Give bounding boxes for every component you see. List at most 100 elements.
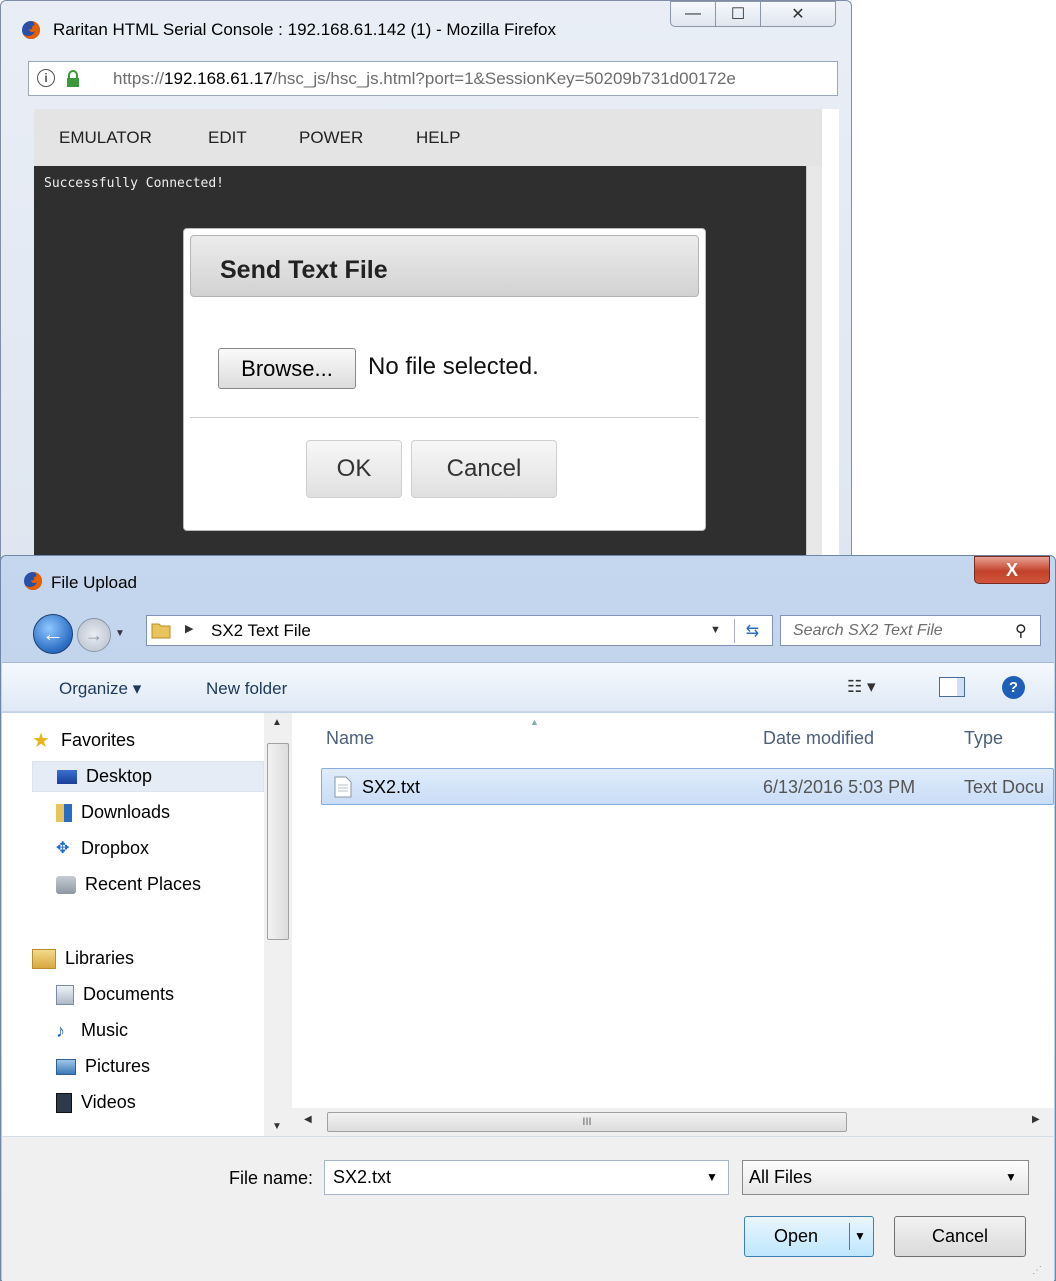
menu-power[interactable]: POWER bbox=[299, 128, 363, 148]
breadcrumb[interactable]: SX2 Text File bbox=[211, 621, 311, 641]
close-dialog-button[interactable]: X bbox=[974, 556, 1050, 584]
divider bbox=[849, 1223, 850, 1250]
address-bar[interactable]: ▶ SX2 Text File ▼ ⇆ bbox=[146, 615, 773, 646]
navigation-pane: ★ Favorites Desktop Downloads ✥ Dropbox … bbox=[2, 713, 292, 1136]
nav-music[interactable]: ♪ Music bbox=[32, 1015, 264, 1046]
nav-label: Libraries bbox=[65, 948, 135, 968]
history-dropdown-icon[interactable]: ▼ bbox=[115, 628, 125, 639]
minimize-button[interactable]: — bbox=[670, 1, 716, 27]
firefox-logo-icon bbox=[24, 571, 43, 590]
cancel-button[interactable]: Cancel bbox=[894, 1216, 1026, 1257]
nav-label: Desktop bbox=[86, 766, 153, 786]
ok-button[interactable]: OK bbox=[306, 440, 402, 498]
forward-button[interactable]: → bbox=[77, 618, 111, 652]
minimize-icon: — bbox=[685, 5, 701, 22]
open-button[interactable]: Open bbox=[745, 1217, 847, 1256]
folder-icon bbox=[151, 623, 171, 639]
back-button[interactable]: ← bbox=[33, 614, 73, 654]
column-header-date[interactable]: Date modified bbox=[763, 728, 874, 749]
firefox-logo-icon bbox=[22, 20, 41, 39]
arrow-right-icon: → bbox=[85, 624, 103, 645]
nav-favorites[interactable]: ★ Favorites bbox=[32, 725, 264, 756]
close-window-button[interactable]: ✕ bbox=[760, 1, 836, 27]
dropbox-icon: ✥ bbox=[56, 839, 70, 857]
url-bar[interactable]: i https://192.168.61.17/hsc_js/hsc_js.ht… bbox=[28, 61, 838, 96]
preview-pane-icon[interactable] bbox=[939, 677, 965, 697]
url-text[interactable]: https://192.168.61.17/hsc_js/hsc_js.html… bbox=[113, 69, 833, 89]
open-options-chevron-icon[interactable]: ▼ bbox=[854, 1229, 866, 1243]
nav-scroll-thumb[interactable] bbox=[267, 743, 289, 940]
libraries-icon bbox=[32, 948, 56, 969]
dialog-footer: File name: SX2.txt ▼ All Files ▼ Open ▼ … bbox=[2, 1136, 1054, 1281]
info-icon[interactable]: i bbox=[37, 69, 55, 87]
nav-documents[interactable]: Documents bbox=[32, 979, 264, 1010]
nav-label: Documents bbox=[83, 984, 175, 1004]
views-icon[interactable]: ☷ ▾ bbox=[847, 677, 876, 697]
videos-icon bbox=[56, 1092, 72, 1113]
console-menu-bar: EMULATOR EDIT POWER HELP bbox=[34, 109, 822, 166]
dialog-title: Send Text File bbox=[220, 256, 388, 284]
scroll-left-icon[interactable]: ◀ bbox=[304, 1114, 312, 1125]
file-status-text: No file selected. bbox=[368, 353, 539, 380]
file-type-select[interactable]: All Files ▼ bbox=[742, 1160, 1029, 1195]
scroll-down-icon[interactable]: ▼ bbox=[272, 1121, 282, 1132]
nav-scrollbar[interactable]: ▲ ▼ bbox=[264, 713, 292, 1136]
documents-icon bbox=[56, 984, 74, 1005]
file-type-value: All Files bbox=[749, 1167, 813, 1187]
help-icon[interactable]: ? bbox=[1002, 676, 1025, 699]
file-list: ▲ Name Date modified Type SX2.txt 6/13/2… bbox=[292, 713, 1054, 1136]
table-row[interactable]: SX2.txt 6/13/2016 5:03 PM Text Docu bbox=[321, 768, 1054, 805]
browse-button[interactable]: Browse... bbox=[218, 348, 356, 389]
nav-libraries[interactable]: Libraries bbox=[32, 943, 264, 974]
divider bbox=[190, 417, 699, 418]
new-folder-button[interactable]: New folder bbox=[206, 679, 287, 699]
toolbar: Organize ▾ New folder ☷ ▾ ? bbox=[2, 662, 1054, 712]
nav-label: Videos bbox=[81, 1092, 136, 1112]
cancel-button[interactable]: Cancel bbox=[411, 440, 557, 498]
resize-grip-icon[interactable]: ⋰ bbox=[1032, 1265, 1042, 1276]
menu-emulator[interactable]: EMULATOR bbox=[59, 128, 152, 148]
nav-label: Music bbox=[81, 1020, 129, 1040]
pictures-icon bbox=[56, 1058, 76, 1075]
search-input[interactable]: Search SX2 Text File ⚲ bbox=[780, 615, 1041, 646]
file-name-field[interactable]: SX2.txt ▼ bbox=[324, 1160, 729, 1195]
refresh-icon[interactable]: ⇆ bbox=[734, 619, 770, 643]
file-type-cell: Text Docu bbox=[964, 777, 1045, 797]
send-text-file-dialog: Send Text File Browse... No file selecte… bbox=[183, 228, 706, 531]
terminal-output: Successfully Connected! bbox=[44, 176, 225, 191]
lock-icon[interactable] bbox=[65, 70, 81, 88]
firefox-titlebar[interactable]: Raritan HTML Serial Console : 192.168.61… bbox=[1, 1, 851, 56]
horizontal-scrollbar[interactable]: ◀ III ▶ bbox=[292, 1108, 1054, 1136]
nav-label: Downloads bbox=[81, 802, 171, 822]
nav-label: Recent Places bbox=[85, 874, 202, 894]
horizontal-scroll-thumb[interactable]: III bbox=[327, 1112, 847, 1132]
close-icon: X bbox=[1005, 559, 1018, 580]
nav-desktop[interactable]: Desktop bbox=[32, 761, 264, 792]
search-icon[interactable]: ⚲ bbox=[1015, 621, 1027, 641]
star-icon: ★ bbox=[32, 729, 50, 752]
breadcrumb-arrow-icon[interactable]: ▶ bbox=[185, 622, 193, 635]
nav-videos[interactable]: Videos bbox=[32, 1087, 264, 1118]
nav-dropbox[interactable]: ✥ Dropbox bbox=[32, 833, 264, 864]
maximize-button[interactable]: ☐ bbox=[715, 1, 761, 27]
scroll-right-icon[interactable]: ▶ bbox=[1032, 1114, 1040, 1125]
column-header-type[interactable]: Type bbox=[964, 728, 1003, 749]
chevron-down-icon[interactable]: ▼ bbox=[706, 1170, 718, 1184]
menu-help[interactable]: HELP bbox=[416, 128, 460, 148]
scroll-up-icon[interactable]: ▲ bbox=[272, 717, 282, 728]
arrow-left-icon: ← bbox=[42, 621, 64, 646]
file-upload-dialog: File Upload X ← → ▼ ▶ SX2 Text File ▼ ⇆ … bbox=[0, 555, 1056, 1281]
chevron-down-icon[interactable]: ▼ bbox=[710, 624, 721, 636]
organize-button[interactable]: Organize ▾ bbox=[59, 679, 141, 699]
nav-recent-places[interactable]: Recent Places bbox=[32, 869, 264, 900]
nav-pictures[interactable]: Pictures bbox=[32, 1051, 264, 1082]
file-name-label: File name: bbox=[229, 1168, 314, 1188]
grip-icon: III bbox=[582, 1116, 592, 1128]
chevron-down-icon[interactable]: ▼ bbox=[1005, 1170, 1017, 1184]
file-date-cell: 6/13/2016 5:03 PM bbox=[763, 777, 916, 797]
music-icon: ♪ bbox=[56, 1020, 65, 1041]
nav-downloads[interactable]: Downloads bbox=[32, 797, 264, 828]
menu-edit[interactable]: EDIT bbox=[208, 128, 247, 148]
dialog-title: File Upload bbox=[51, 573, 137, 592]
column-header-name[interactable]: Name bbox=[326, 728, 374, 749]
